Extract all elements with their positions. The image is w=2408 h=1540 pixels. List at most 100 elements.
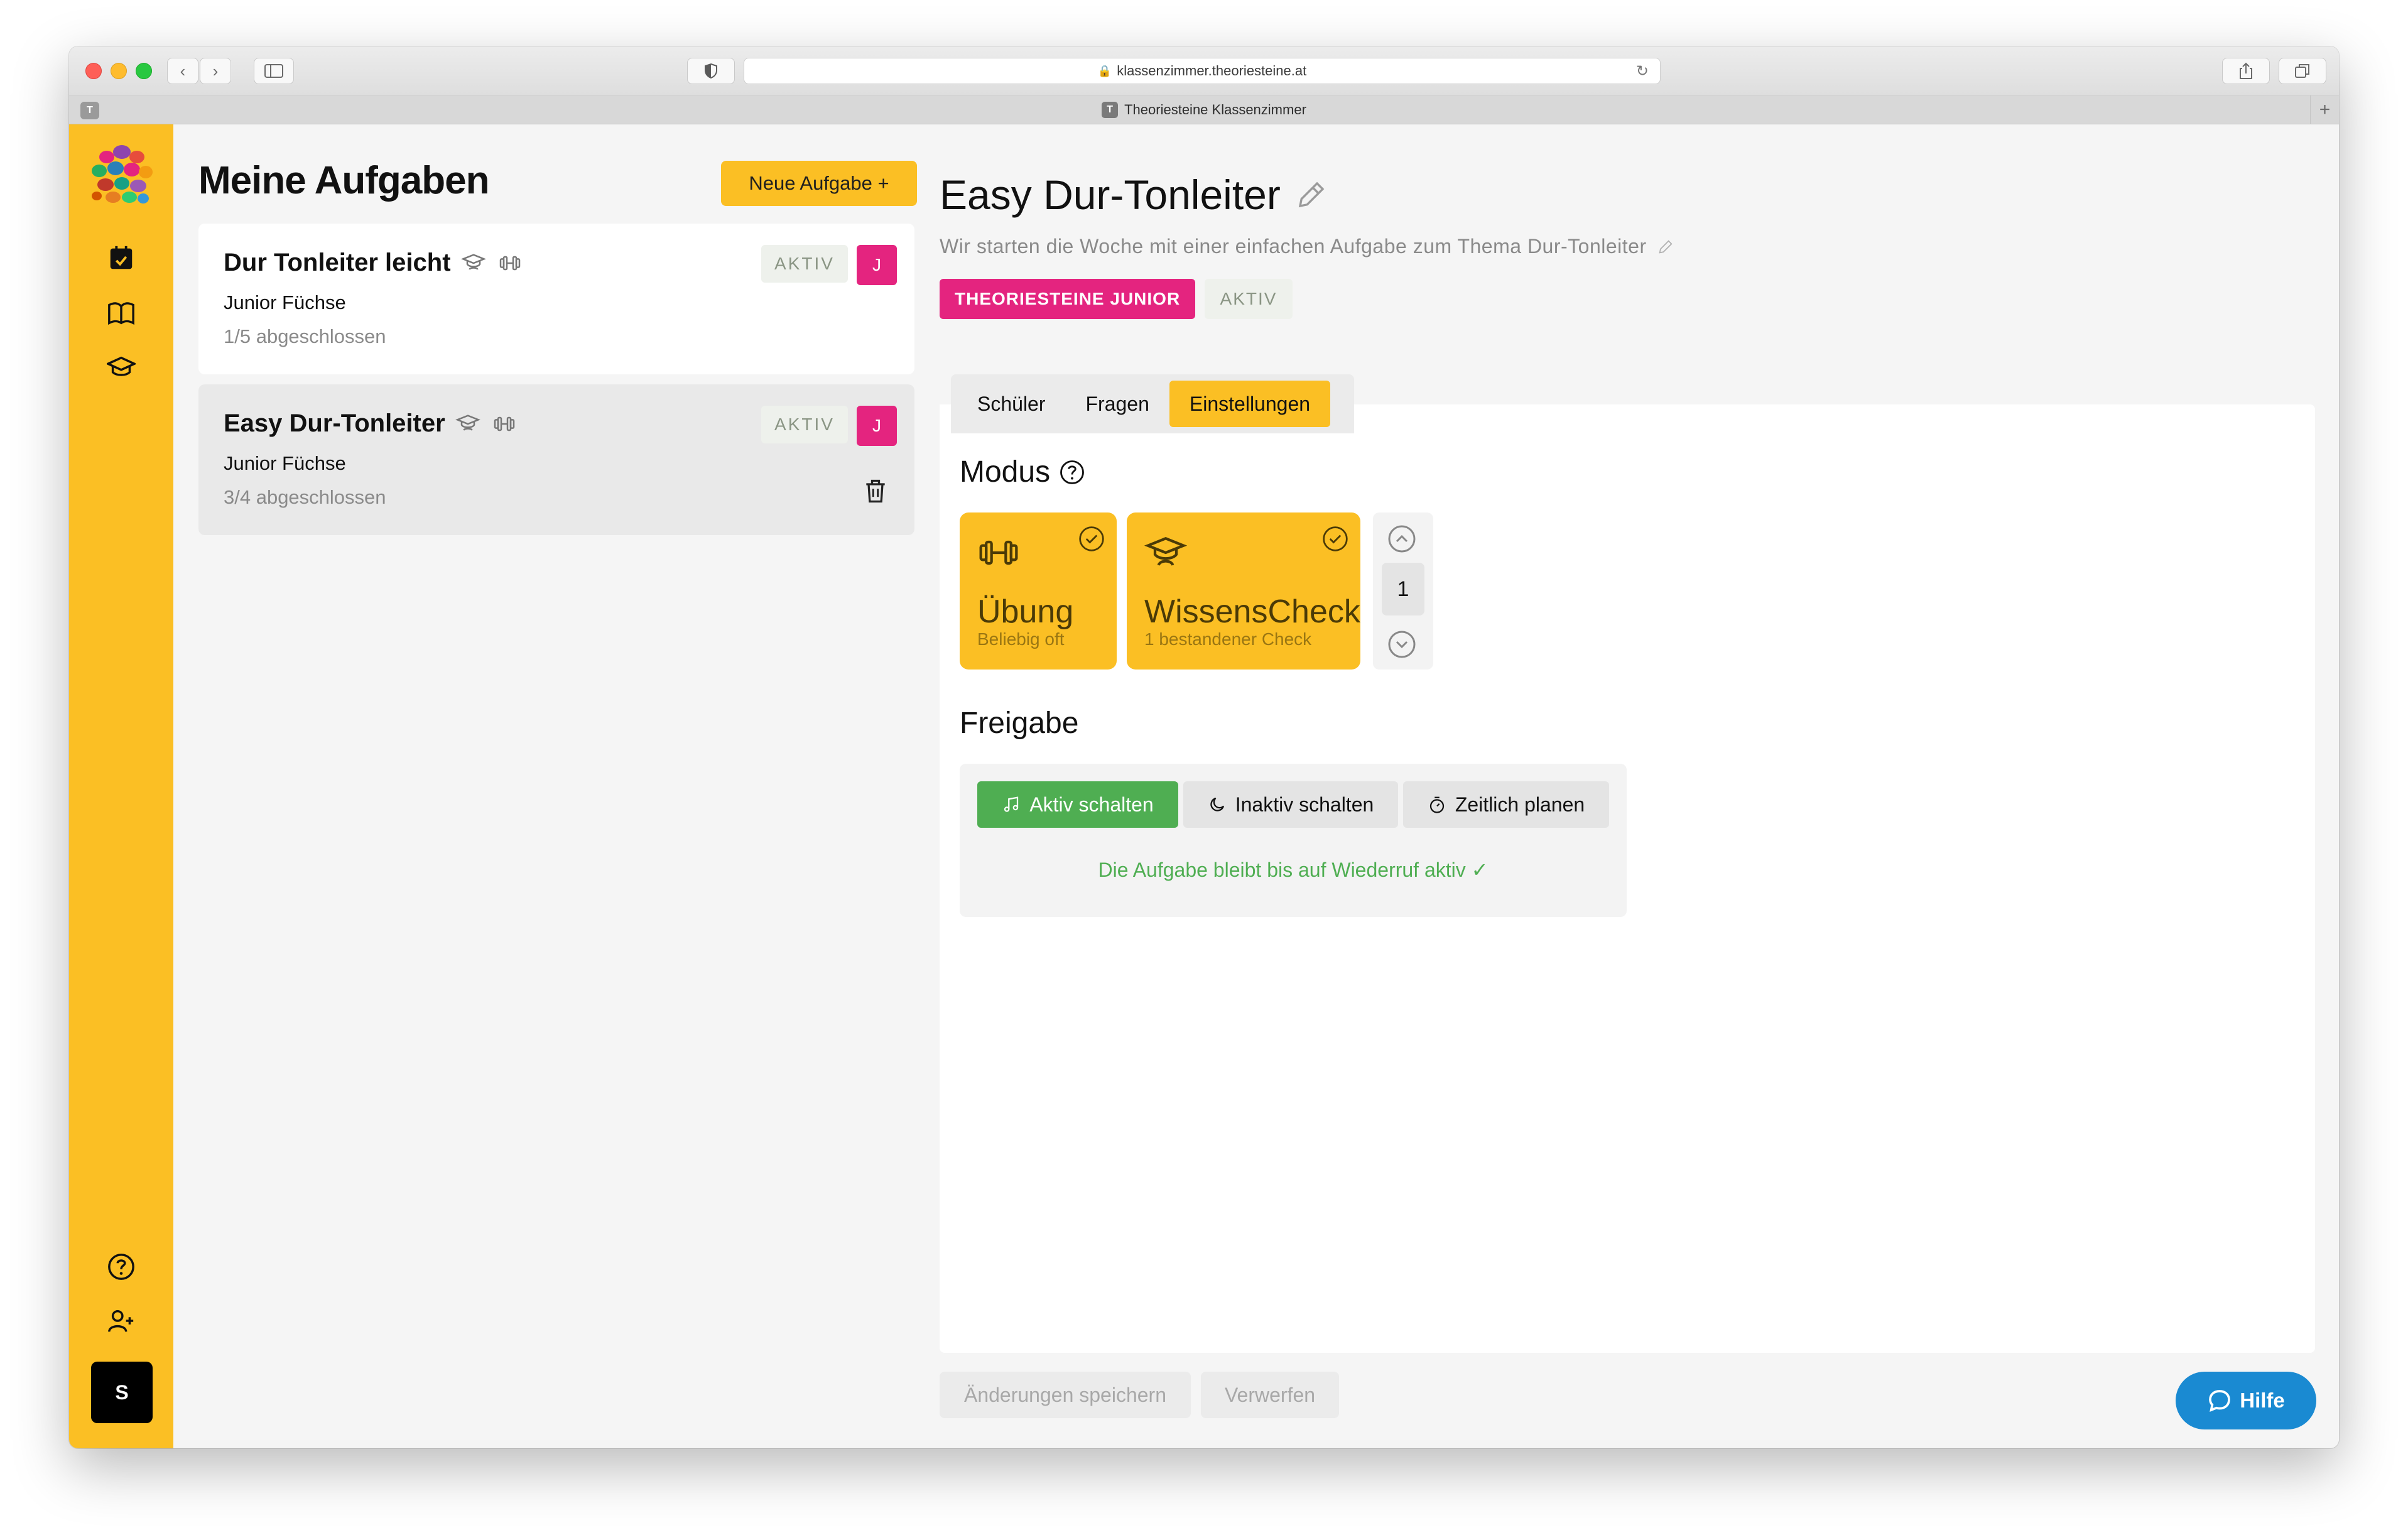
detail-description: Wir starten die Woche mit einer einfache… xyxy=(940,235,1647,258)
group-badge: J xyxy=(857,406,897,446)
help-circle-icon[interactable] xyxy=(1059,459,1085,485)
nav-invite-user[interactable] xyxy=(103,1303,139,1339)
close-window-button[interactable] xyxy=(85,63,102,79)
status-badge: AKTIV xyxy=(761,406,848,443)
schedule-button[interactable]: Zeitlich planen xyxy=(1403,781,1609,828)
graduation-cap-icon xyxy=(454,410,482,438)
pencil-icon[interactable] xyxy=(1657,238,1674,256)
browser-toolbar: ‹ › 🔒 klassenzimmer.theoriesteine.at ↻ xyxy=(69,46,2339,95)
task-title-row: Dur Tonleiter leicht xyxy=(224,249,524,277)
minimize-window-button[interactable] xyxy=(111,63,127,79)
back-button[interactable]: ‹ xyxy=(167,58,198,84)
nav-calendar[interactable] xyxy=(103,240,139,276)
address-bar[interactable]: 🔒 klassenzimmer.theoriesteine.at ↻ xyxy=(744,58,1661,84)
pinned-tab[interactable]: T xyxy=(80,102,99,119)
task-card-selected[interactable]: Easy Dur-Tonleiter Junior Füchse 3/4 abg… xyxy=(198,384,914,535)
deactivate-button-label: Inaktiv schalten xyxy=(1235,793,1374,816)
task-detail: Easy Dur-Tonleiter Wir starten die Woche… xyxy=(940,124,2315,1448)
app-root: S Meine Aufgaben Neue Aufgabe + Dur Tonl… xyxy=(69,124,2339,1448)
task-title: Easy Dur-Tonleiter xyxy=(224,409,445,437)
nav-help[interactable] xyxy=(103,1249,139,1285)
lock-icon: 🔒 xyxy=(1097,64,1112,77)
task-card[interactable]: Dur Tonleiter leicht Junior Füchse 1/5 a… xyxy=(198,224,914,374)
graduation-cap-icon xyxy=(460,249,487,277)
tab-favicon: T xyxy=(1102,101,1119,118)
mode-card-knowledge-check[interactable]: WissensCheck 1 bestandener Check xyxy=(1127,512,1360,670)
tabs-icon xyxy=(2295,64,2309,78)
graduation-cap-icon xyxy=(107,356,136,376)
save-changes-button[interactable]: Änderungen speichern xyxy=(940,1372,1191,1418)
activate-button-label: Aktiv schalten xyxy=(1029,793,1154,816)
mode-card-title: Übung xyxy=(977,594,1074,630)
share-icon xyxy=(2240,62,2252,79)
shield-icon xyxy=(705,63,717,79)
pencil-icon[interactable] xyxy=(1294,178,1328,212)
discard-button[interactable]: Verwerfen xyxy=(1201,1372,1339,1418)
mode-heading-row: Modus xyxy=(960,455,1085,489)
task-progress: 3/4 abgeschlossen xyxy=(224,486,386,508)
add-user-icon xyxy=(108,1310,134,1332)
detail-description-row: Wir starten die Woche mit einer einfache… xyxy=(940,235,1674,258)
detail-tabs: Schüler Fragen Einstellungen xyxy=(951,374,1354,433)
release-box: Aktiv schalten Inaktiv schalten Zeitlich… xyxy=(960,764,1627,917)
new-task-button[interactable]: Neue Aufgabe + xyxy=(721,161,917,206)
schedule-button-label: Zeitlich planen xyxy=(1455,793,1585,816)
group-badge: J xyxy=(857,245,897,285)
status-badge: AKTIV xyxy=(761,245,848,283)
required-checks-stepper: 1 xyxy=(1373,512,1433,670)
graduation-cap-icon xyxy=(1144,537,1187,566)
nav-courses[interactable] xyxy=(103,349,139,386)
mode-card-title: WissensCheck xyxy=(1144,594,1360,630)
zoom-window-button[interactable] xyxy=(136,63,152,79)
browser-window: ‹ › 🔒 klassenzimmer.theoriesteine.at ↻ T… xyxy=(69,46,2339,1448)
privacy-report-button[interactable] xyxy=(687,58,735,84)
deactivate-button[interactable]: Inaktiv schalten xyxy=(1183,781,1398,828)
help-chat-button[interactable]: Hilfe xyxy=(2176,1372,2316,1429)
reload-icon[interactable]: ↻ xyxy=(1636,62,1649,80)
group-badge: THEORIESTEINE JUNIOR xyxy=(940,279,1196,319)
nav-library[interactable] xyxy=(103,295,139,332)
trash-icon[interactable] xyxy=(862,477,889,505)
detail-title-row: Easy Dur-Tonleiter xyxy=(940,171,1328,219)
activate-button[interactable]: Aktiv schalten xyxy=(977,781,1178,828)
page-title: Meine Aufgaben xyxy=(198,159,490,202)
tab-settings[interactable]: Einstellungen xyxy=(1169,381,1331,427)
tab-questions[interactable]: Fragen xyxy=(1066,381,1169,427)
stopwatch-icon xyxy=(1429,796,1444,813)
task-class: Junior Füchse xyxy=(224,452,346,474)
chevron-left-icon: ‹ xyxy=(180,61,186,80)
chat-bubble-icon xyxy=(2209,1390,2231,1412)
help-button-label: Hilfe xyxy=(2240,1389,2285,1412)
sidebar-icon xyxy=(264,64,283,78)
task-title-row: Easy Dur-Tonleiter xyxy=(224,409,518,438)
tab-overview-button[interactable] xyxy=(2279,58,2326,84)
mode-card-subtitle: 1 bestandener Check xyxy=(1144,629,1312,649)
user-avatar-button[interactable]: S xyxy=(91,1362,153,1423)
theoriesteine-logo[interactable] xyxy=(88,143,155,206)
sidebar-toggle-button[interactable] xyxy=(254,58,294,84)
status-badge: AKTIV xyxy=(1205,279,1293,319)
mode-heading: Modus xyxy=(960,455,1051,489)
browser-tab-bar: T T Theoriesteine Klassenzimmer + xyxy=(69,95,2339,124)
tab-students[interactable]: Schüler xyxy=(957,381,1066,427)
share-button[interactable] xyxy=(2222,58,2270,84)
check-circle-icon xyxy=(1079,526,1104,551)
mode-card-practice[interactable]: Übung Beliebig oft xyxy=(960,512,1117,670)
chevron-down-circle-icon[interactable] xyxy=(1387,629,1417,659)
url-text: klassenzimmer.theoriesteine.at xyxy=(1117,63,1307,79)
chevron-up-circle-icon[interactable] xyxy=(1387,524,1417,554)
chevron-right-icon: › xyxy=(212,61,219,80)
new-tab-button[interactable]: + xyxy=(2310,95,2339,124)
task-title: Dur Tonleiter leicht xyxy=(224,249,451,276)
task-list-column: Meine Aufgaben Neue Aufgabe + Dur Tonlei… xyxy=(198,124,917,1448)
calendar-icon xyxy=(110,246,133,269)
dumbbell-icon xyxy=(496,249,524,277)
dumbbell-icon xyxy=(491,410,518,438)
forward-button[interactable]: › xyxy=(200,58,231,84)
mode-card-subtitle: Beliebig oft xyxy=(977,629,1065,649)
detail-title: Easy Dur-Tonleiter xyxy=(940,171,1281,218)
stepper-value[interactable]: 1 xyxy=(1382,563,1424,615)
task-class: Junior Füchse xyxy=(224,291,346,313)
tab-title[interactable]: Theoriesteine Klassenzimmer xyxy=(1124,102,1306,118)
music-note-icon xyxy=(1004,796,1019,812)
